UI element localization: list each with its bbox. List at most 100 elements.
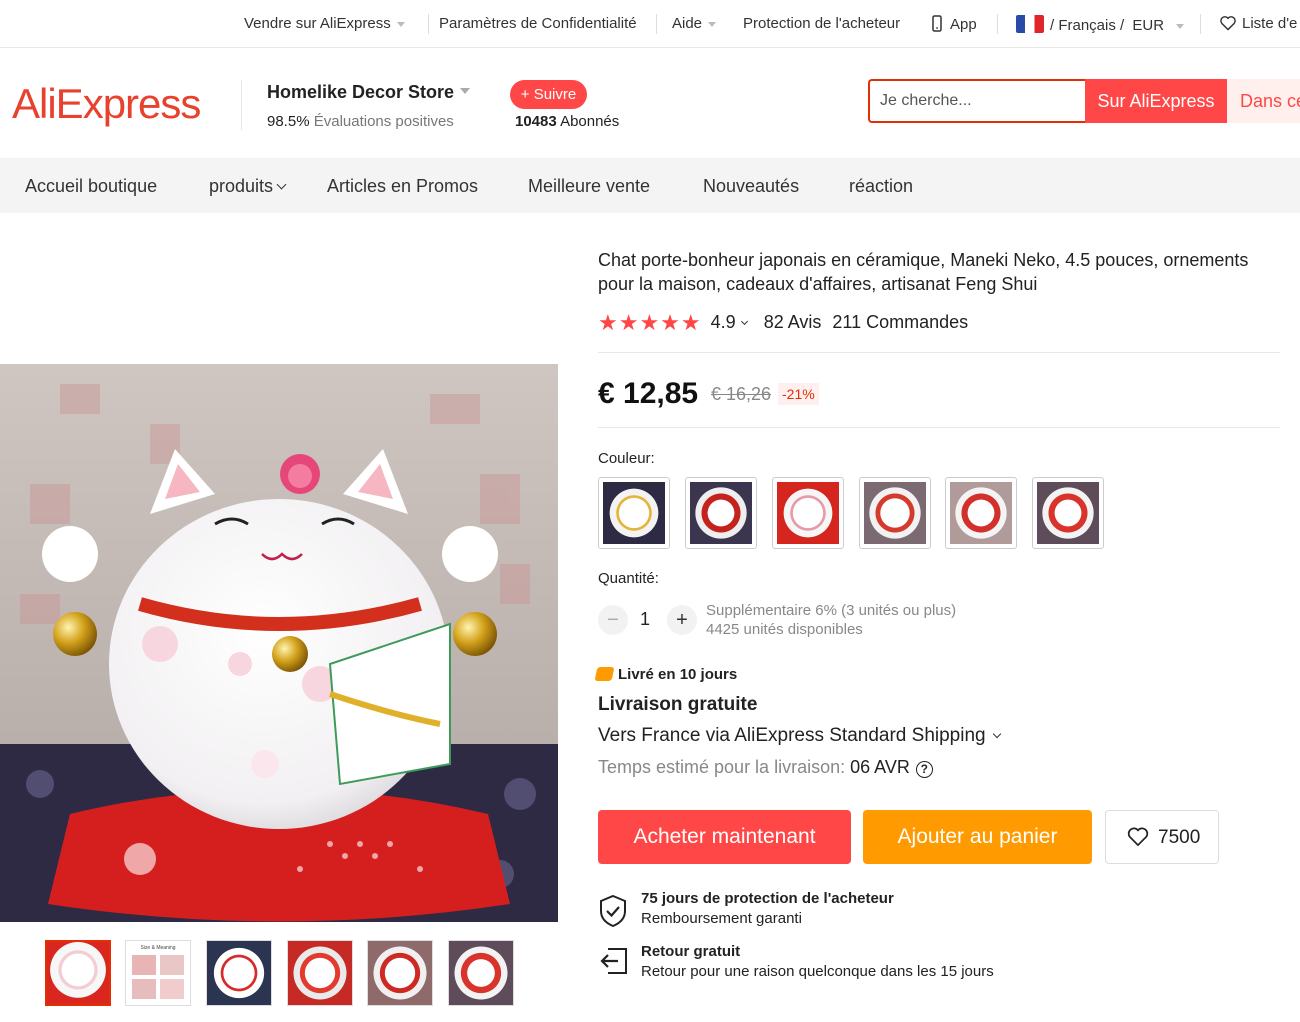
color-swatch-6[interactable]	[1032, 477, 1104, 549]
original-price: € 16,26	[711, 384, 772, 404]
chevron-down-icon	[276, 179, 287, 190]
orders-count: 211 Commandes	[832, 312, 969, 332]
rating-stars-icon: ★★★★★	[598, 310, 702, 335]
free-return-subtitle: Retour pour une raison quelconque dans l…	[641, 963, 994, 980]
divider	[656, 14, 657, 34]
thumbnail-1[interactable]	[45, 940, 111, 1006]
sell-on-aliexpress-link[interactable]: Vendre sur AliExpress	[244, 15, 405, 32]
heart-icon	[1220, 16, 1236, 31]
thumbnail-5[interactable]	[367, 940, 433, 1006]
nav-store-home[interactable]: Accueil boutique	[25, 176, 157, 197]
buyer-protection-title: 75 jours de protection de l'acheteur	[641, 890, 894, 907]
main-product-image[interactable]	[0, 364, 558, 922]
search-store-button[interactable]: Dans ce	[1227, 79, 1300, 123]
divider	[241, 80, 242, 130]
estimated-delivery: Temps estimé pour la livraison: 06 AVR?	[598, 757, 933, 778]
chevron-down-icon	[992, 729, 1001, 739]
divider	[598, 427, 1280, 428]
privacy-settings-link[interactable]: Paramètres de Confidentialité	[439, 15, 637, 32]
language-label: / Français /	[1050, 17, 1125, 34]
chevron-down-icon	[740, 317, 748, 326]
rating-label: Évaluations positives	[313, 113, 454, 130]
color-swatch-1[interactable]	[598, 477, 670, 549]
rating-number: 4.9	[710, 312, 736, 332]
sell-label: Vendre sur AliExpress	[244, 15, 391, 32]
top-utility-bar: Vendre sur AliExpress Paramètres de Conf…	[0, 0, 1300, 48]
followers-label: Abonnés	[560, 113, 620, 130]
phone-icon	[932, 15, 942, 32]
language-currency-selector[interactable]: / Français / EUR	[1016, 15, 1185, 34]
nav-new-arrivals[interactable]: Nouveautés	[703, 176, 799, 197]
reviews-count[interactable]: 82 Avis	[764, 312, 822, 332]
free-shipping: Livraison gratuite	[598, 694, 758, 715]
quantity-label: Quantité:	[598, 570, 659, 587]
divider	[1200, 14, 1201, 34]
rating-value[interactable]: 4.9	[710, 312, 748, 332]
heart-icon	[1127, 827, 1149, 847]
delivery-badge: Livré en 10 jours	[594, 666, 738, 683]
store-rating: 98.5% Évaluations positives	[267, 113, 454, 130]
wishlist-label: Liste d'e	[1242, 15, 1298, 32]
shield-check-icon	[600, 894, 626, 928]
search-aliexpress-button[interactable]: Sur AliExpress	[1085, 79, 1227, 123]
buy-now-button[interactable]: Acheter maintenant	[598, 810, 851, 864]
current-price: € 12,85	[598, 377, 699, 410]
store-nav: Accueil boutique produits Articles en Pr…	[0, 158, 1300, 213]
follow-button[interactable]: + Suivre	[510, 80, 587, 109]
color-swatch-2[interactable]	[685, 477, 757, 549]
caret-down-icon	[460, 88, 471, 94]
aliexpress-logo[interactable]: AliExpress	[12, 80, 201, 128]
caret-down-icon	[708, 21, 717, 27]
color-swatch-4[interactable]	[859, 477, 931, 549]
add-to-cart-button[interactable]: Ajouter au panier	[863, 810, 1092, 864]
thumbnail-3[interactable]	[206, 940, 272, 1006]
rating-value: 98.5%	[267, 113, 310, 130]
app-label: App	[950, 16, 977, 33]
buyer-protection-link[interactable]: Protection de l'acheteur	[743, 15, 900, 32]
divider	[428, 14, 429, 34]
search-bar: Sur AliExpress Dans ce	[868, 79, 1300, 123]
caret-down-icon	[396, 21, 405, 27]
nav-best-sellers[interactable]: Meilleure vente	[528, 176, 650, 197]
stock-available: 4425 unités disponibles	[706, 621, 863, 638]
divider	[598, 352, 1280, 353]
eta-value: 06 AVR	[850, 757, 910, 777]
search-input[interactable]	[880, 85, 1080, 117]
nav-feedback[interactable]: réaction	[849, 176, 913, 197]
thumbnail-4[interactable]	[287, 940, 353, 1006]
quantity-decrease-button[interactable]: −	[598, 605, 628, 635]
thumbnail-2[interactable]: Size & Meaning	[125, 940, 191, 1006]
help-menu[interactable]: Aide	[672, 15, 717, 32]
quantity-value[interactable]: 1	[640, 609, 650, 630]
divider	[997, 14, 998, 34]
france-flag-icon	[1016, 15, 1044, 33]
nav-products[interactable]: produits	[209, 176, 287, 197]
quantity-increase-button[interactable]: +	[667, 605, 697, 635]
delivery-badge-label: Livré en 10 jours	[618, 666, 738, 683]
store-name-label: Homelike Decor Store	[267, 82, 455, 102]
free-return-title: Retour gratuit	[641, 943, 741, 960]
followers-count: 10483 Abonnés	[515, 113, 619, 130]
store-name[interactable]: Homelike Decor Store	[267, 82, 471, 103]
thumbnail-caption: Size & Meaning	[140, 945, 176, 951]
wishlist-link[interactable]: Liste d'e	[1219, 15, 1297, 32]
help-label: Aide	[672, 15, 703, 32]
app-link[interactable]: App	[932, 15, 977, 33]
lucky-cat-image	[0, 364, 558, 922]
currency-label: EUR	[1132, 17, 1165, 34]
shipping-method-label: Vers France via AliExpress Standard Ship…	[598, 725, 986, 746]
bulk-discount-note: Supplémentaire 6% (3 unités ou plus)	[706, 602, 957, 619]
thumbnail-6[interactable]	[448, 940, 514, 1006]
help-icon[interactable]: ?	[915, 761, 933, 778]
color-swatch-3[interactable]	[772, 477, 844, 549]
buyer-protection-subtitle: Remboursement garanti	[641, 910, 802, 927]
followers-number: 10483	[515, 113, 557, 130]
caret-down-icon	[1176, 23, 1185, 29]
nav-promos[interactable]: Articles en Promos	[327, 176, 478, 197]
eta-label: Temps estimé pour la livraison:	[598, 757, 846, 777]
nav-products-label: produits	[209, 176, 274, 196]
shipping-method-selector[interactable]: Vers France via AliExpress Standard Ship…	[598, 725, 1001, 747]
wishlist-button[interactable]: 7500	[1105, 810, 1219, 864]
fast-delivery-icon	[594, 667, 615, 681]
color-swatch-5[interactable]	[945, 477, 1017, 549]
